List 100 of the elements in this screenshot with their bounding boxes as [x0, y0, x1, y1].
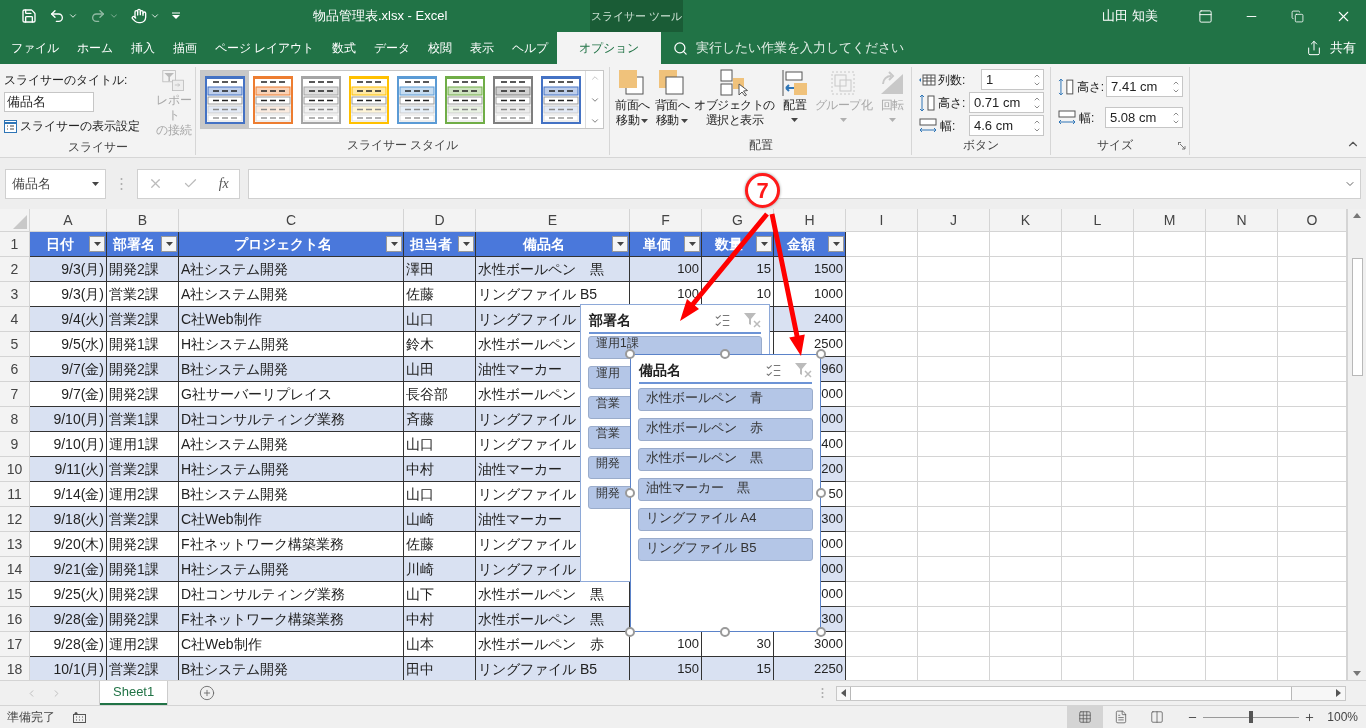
slicer-item[interactable]: 水性ボールペン 赤	[638, 418, 813, 441]
resize-handle[interactable]	[816, 349, 826, 359]
horizontal-scrollbar[interactable]	[836, 685, 1346, 701]
ribbon-display-icon[interactable]	[1197, 8, 1213, 24]
slicer-settings-button[interactable]: スライサーの表示設定	[4, 117, 140, 135]
slicer-item[interactable]: リングファイル B5	[638, 538, 813, 561]
resize-handle[interactable]	[720, 349, 730, 359]
row-header[interactable]: 9	[0, 432, 30, 457]
filter-button[interactable]	[458, 236, 474, 252]
ribbon-tab[interactable]: ホーム	[68, 32, 122, 64]
caret-icon[interactable]	[150, 11, 160, 21]
row-header[interactable]: 8	[0, 407, 30, 432]
filter-button[interactable]	[89, 236, 105, 252]
ribbon-tab[interactable]: ファイル	[2, 32, 68, 64]
redo-icon[interactable]	[90, 8, 106, 24]
zoom-level[interactable]: 100%	[1327, 708, 1358, 726]
column-header[interactable]: K	[990, 209, 1062, 232]
arrange-button[interactable]: 前面へ 移動	[613, 68, 652, 136]
row-header[interactable]: 5	[0, 332, 30, 357]
clear-filter-icon[interactable]	[743, 312, 761, 328]
slicer-title-field[interactable]: 備品名	[4, 92, 94, 112]
resize-handle[interactable]	[816, 488, 826, 498]
add-sheet-icon[interactable]	[199, 685, 216, 701]
spin-field[interactable]: 7.41 cm	[1106, 76, 1183, 97]
row-header[interactable]: 1	[0, 232, 30, 257]
ribbon-tab[interactable]: 描画	[164, 32, 206, 64]
insert-function-button[interactable]: fx	[218, 173, 229, 194]
clear-filter-icon[interactable]	[794, 362, 812, 378]
scroll-up-icon[interactable]	[1353, 213, 1361, 218]
tell-me-field[interactable]: 実行したい作業を入力してください	[673, 32, 905, 64]
arrange-button[interactable]: オブジェクトの 選択と表示	[692, 68, 777, 136]
filter-button[interactable]	[684, 236, 700, 252]
caret-icon[interactable]	[109, 11, 119, 21]
column-header[interactable]: N	[1206, 209, 1278, 232]
touch-mode-icon[interactable]	[131, 8, 147, 24]
filter-button[interactable]	[612, 236, 628, 252]
filter-button[interactable]	[161, 236, 177, 252]
column-header[interactable]: J	[918, 209, 990, 232]
row-header[interactable]: 13	[0, 532, 30, 557]
slicer-item[interactable]: 水性ボールペン 黒	[638, 448, 813, 471]
column-header[interactable]: L	[1062, 209, 1134, 232]
filter-button[interactable]	[386, 236, 402, 252]
spin-field[interactable]: 0.71 cm	[969, 92, 1044, 113]
row-header[interactable]: 18	[0, 657, 30, 680]
row-header[interactable]: 7	[0, 382, 30, 407]
row-header[interactable]: 17	[0, 632, 30, 657]
slicer-menu[interactable]: 備品名 水性ボールペン 青 水性ボールペン 赤 水性ボールペン 黒 油性マーカー 黒 リングファイル A4 リングファイル B5	[630, 354, 821, 632]
spin-field[interactable]: 1	[981, 69, 1044, 90]
scroll-left-icon[interactable]	[841, 689, 846, 697]
row-header[interactable]: 6	[0, 357, 30, 382]
name-box[interactable]: 備品名	[5, 168, 106, 199]
slicer-item[interactable]: リングファイル A4	[638, 508, 813, 531]
caret-icon[interactable]	[68, 11, 78, 21]
formula-field[interactable]	[248, 168, 1361, 199]
row-header[interactable]: 4	[0, 307, 30, 332]
slicer-item[interactable]: 油性マーカー 黒	[638, 478, 813, 501]
restore-icon[interactable]	[1290, 9, 1304, 23]
row-header[interactable]: 15	[0, 582, 30, 607]
scroll-thumb[interactable]	[1351, 258, 1363, 376]
resize-handle[interactable]	[720, 627, 730, 637]
row-header[interactable]: 14	[0, 557, 30, 582]
slicer-item[interactable]: 水性ボールペン 青	[638, 388, 813, 411]
arrange-button[interactable]: 配置	[777, 68, 812, 136]
spin-field[interactable]: 4.6 cm	[969, 115, 1044, 136]
row-header[interactable]: 16	[0, 607, 30, 632]
resize-handle[interactable]	[625, 488, 635, 498]
ribbon-tab[interactable]: ページ レイアウト	[206, 32, 324, 64]
ribbon-tab[interactable]: オプション	[557, 32, 662, 64]
column-header[interactable]: M	[1134, 209, 1206, 232]
ribbon-tab[interactable]: 挿入	[122, 32, 164, 64]
row-header[interactable]: 3	[0, 282, 30, 307]
ribbon-tab[interactable]: 数式	[323, 32, 366, 64]
row-header[interactable]: 12	[0, 507, 30, 532]
filter-button[interactable]	[828, 236, 844, 252]
filter-button[interactable]	[756, 236, 772, 252]
save-icon[interactable]	[21, 8, 37, 24]
row-header[interactable]: 10	[0, 457, 30, 482]
dialog-launcher-icon[interactable]	[1178, 141, 1186, 150]
user-name[interactable]: 山田 知美	[1102, 6, 1158, 26]
ribbon-tab[interactable]: 校閲	[419, 32, 462, 64]
gallery-more-icon[interactable]	[589, 116, 600, 126]
ribbon-tab[interactable]: 表示	[461, 32, 504, 64]
customize-toolbar-icon[interactable]	[172, 12, 180, 20]
scroll-down-icon[interactable]	[1353, 671, 1361, 676]
ribbon-tab[interactable]: データ	[365, 32, 420, 64]
view-button[interactable]	[1067, 705, 1104, 728]
resize-handle[interactable]	[816, 627, 826, 637]
resize-handle[interactable]	[625, 349, 635, 359]
macro-record-icon[interactable]	[73, 711, 86, 723]
sheet-tab[interactable]: Sheet1	[100, 681, 168, 705]
scroll-right-icon[interactable]	[1336, 689, 1341, 697]
zoom-slider-thumb[interactable]	[1249, 711, 1254, 723]
vertical-scrollbar[interactable]	[1347, 209, 1366, 680]
spin-field[interactable]: 5.08 cm	[1105, 107, 1183, 128]
arrange-button[interactable]: 背面へ 移動	[652, 68, 691, 136]
scroll-thumb[interactable]	[850, 686, 1292, 700]
share-button[interactable]: 共有	[1306, 32, 1366, 64]
zoom-in-icon[interactable]	[1304, 711, 1316, 723]
resize-handle[interactable]	[625, 627, 635, 637]
zoom-slider[interactable]	[1203, 711, 1300, 723]
